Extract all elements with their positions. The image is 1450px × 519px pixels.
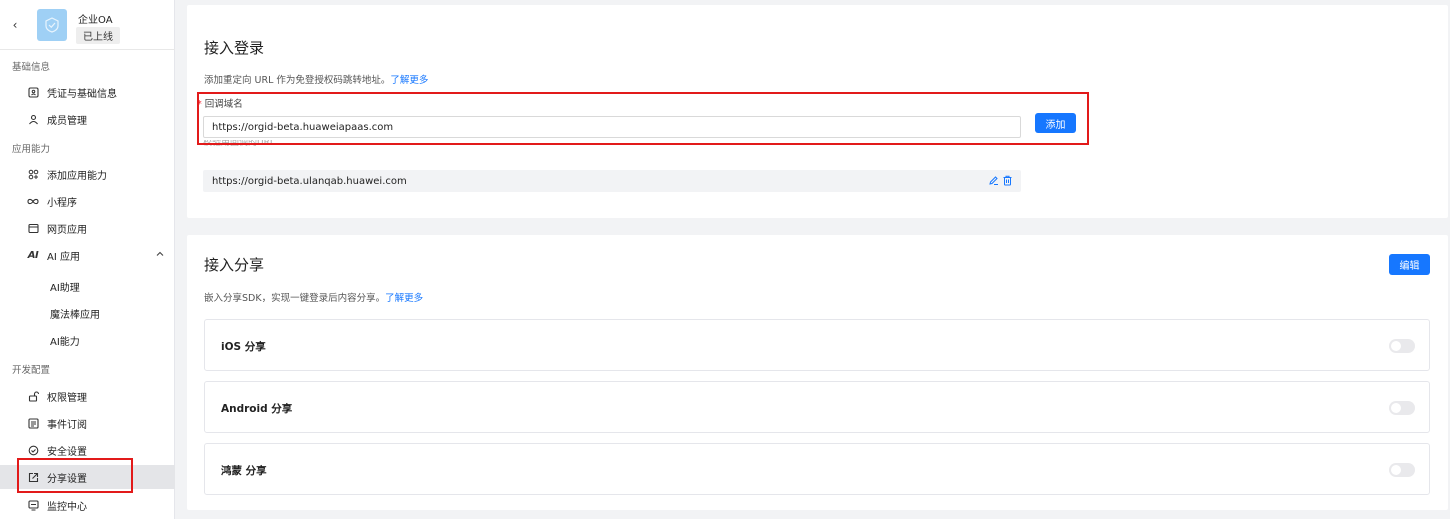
credential-icon — [27, 86, 39, 98]
login-title: 接入登录 — [204, 39, 265, 57]
android-share-toggle[interactable] — [1389, 401, 1415, 415]
row-actions — [988, 175, 1013, 186]
sidebar-item-label: 网页应用 — [47, 224, 87, 236]
app-header: ‹ 企业OA 已上线 — [0, 0, 175, 50]
sidebar-item-label: 添加应用能力 — [47, 170, 107, 182]
edit-button[interactable]: 编辑 — [1389, 254, 1430, 275]
sidebar-item-ai-app[interactable]: AI AI 应用 — [0, 243, 175, 267]
sidebar-item-label: 小程序 — [47, 197, 77, 209]
url-list-label: 校验用回调的URL — [203, 140, 275, 148]
group-title-capability: 应用能力 — [12, 144, 51, 155]
share-row-android: Android 分享 — [204, 381, 1430, 433]
share-desc: 嵌入分享SDK，实现一键登录后内容分享。了解更多 — [204, 290, 423, 304]
back-arrow-icon[interactable]: ‹ — [8, 18, 22, 32]
harmony-share-toggle[interactable] — [1389, 463, 1415, 477]
sidebar-item-credentials[interactable]: 凭证与基础信息 — [0, 80, 175, 104]
user-icon — [27, 113, 39, 125]
share-desc-text: 嵌入分享SDK，实现一键登录后内容分享。 — [204, 293, 386, 304]
sidebar-item-events[interactable]: 事件订阅 — [0, 411, 175, 435]
sidebar-item-label: 分享设置 — [47, 473, 87, 485]
share-row-label: Android 分享 — [221, 403, 293, 415]
sidebar-item-label: 凭证与基础信息 — [47, 88, 117, 100]
group-title-basic: 基础信息 — [12, 62, 51, 73]
login-card: 接入登录 添加重定向 URL 作为免登授权码跳转地址。了解更多 *回调域名 添加… — [187, 5, 1448, 218]
app-status-badge: 已上线 — [76, 27, 120, 44]
login-desc: 添加重定向 URL 作为免登授权码跳转地址。了解更多 — [204, 72, 428, 86]
apps-add-icon — [27, 168, 39, 180]
share-title: 接入分享 — [204, 256, 265, 274]
group-title-dev: 开发配置 — [12, 365, 51, 376]
ios-share-toggle[interactable] — [1389, 339, 1415, 353]
sidebar: ‹ 企业OA 已上线 基础信息 凭证与基础信息 成员管理 应用能力 添加应用能力 — [0, 0, 175, 519]
sidebar-item-add-capability[interactable]: 添加应用能力 — [0, 162, 175, 186]
sidebar-item-label: AI能力 — [50, 336, 80, 348]
existing-url-text: https://orgid-beta.ulanqab.huawei.com — [212, 175, 407, 187]
sidebar-item-share-settings[interactable]: 分享设置 — [0, 465, 175, 489]
sidebar-item-members[interactable]: 成员管理 — [0, 107, 175, 131]
callback-domain-input[interactable] — [203, 116, 1021, 138]
sidebar-item-security[interactable]: 安全设置 — [0, 438, 175, 462]
monitor-icon — [27, 499, 39, 511]
share-icon — [27, 471, 39, 483]
share-row-harmony: 鸿蒙 分享 — [204, 443, 1430, 495]
sidebar-item-label: AI助理 — [50, 282, 80, 294]
share-learn-more-link[interactable]: 了解更多 — [385, 293, 423, 304]
share-row-label: 鸿蒙 分享 — [221, 465, 267, 477]
share-row-label: iOS 分享 — [221, 341, 266, 353]
sidebar-item-label: 监控中心 — [47, 501, 87, 513]
sidebar-item-magic-wand[interactable]: 魔法棒应用 — [0, 301, 175, 325]
sidebar-item-permissions[interactable]: 权限管理 — [0, 384, 175, 408]
unlock-icon — [27, 390, 39, 402]
sidebar-item-ai-ability[interactable]: AI能力 — [0, 328, 175, 352]
infinity-icon — [27, 195, 39, 207]
edit-icon[interactable] — [988, 175, 999, 186]
sidebar-item-monitor[interactable]: 监控中心 — [0, 493, 175, 517]
existing-url-row: https://orgid-beta.ulanqab.huawei.com — [203, 170, 1021, 192]
sidebar-item-label: 权限管理 — [47, 392, 87, 404]
browser-icon — [27, 222, 39, 234]
login-learn-more-link[interactable]: 了解更多 — [390, 75, 428, 86]
event-icon — [27, 417, 39, 429]
add-button[interactable]: 添加 — [1035, 113, 1076, 133]
sidebar-item-web-app[interactable]: 网页应用 — [0, 216, 175, 240]
share-card: 接入分享 编辑 嵌入分享SDK，实现一键登录后内容分享。了解更多 iOS 分享 … — [187, 235, 1448, 510]
ai-icon: AI — [27, 249, 39, 261]
sidebar-item-mini-program[interactable]: 小程序 — [0, 189, 175, 213]
sidebar-item-label: 事件订阅 — [47, 419, 87, 431]
app-logo-icon — [45, 17, 59, 33]
sidebar-item-label: 魔法棒应用 — [50, 309, 100, 321]
app-name: 企业OA — [78, 15, 113, 26]
sidebar-item-label: AI 应用 — [47, 251, 80, 263]
login-desc-text: 添加重定向 URL 作为免登授权码跳转地址。 — [204, 75, 391, 86]
share-row-ios: iOS 分享 — [204, 319, 1430, 371]
sidebar-item-ai-assistant[interactable]: AI助理 — [0, 274, 175, 298]
required-mark: * — [197, 99, 202, 110]
shield-icon — [27, 444, 39, 456]
delete-icon[interactable] — [1002, 175, 1013, 186]
callback-domain-label-text: 回调域名 — [204, 99, 243, 110]
app-logo — [37, 9, 67, 41]
callback-domain-label: * 回调域名 — [197, 96, 243, 110]
sidebar-item-label: 成员管理 — [47, 115, 87, 127]
sidebar-item-label: 安全设置 — [47, 446, 87, 458]
chevron-up-icon[interactable] — [155, 249, 165, 262]
